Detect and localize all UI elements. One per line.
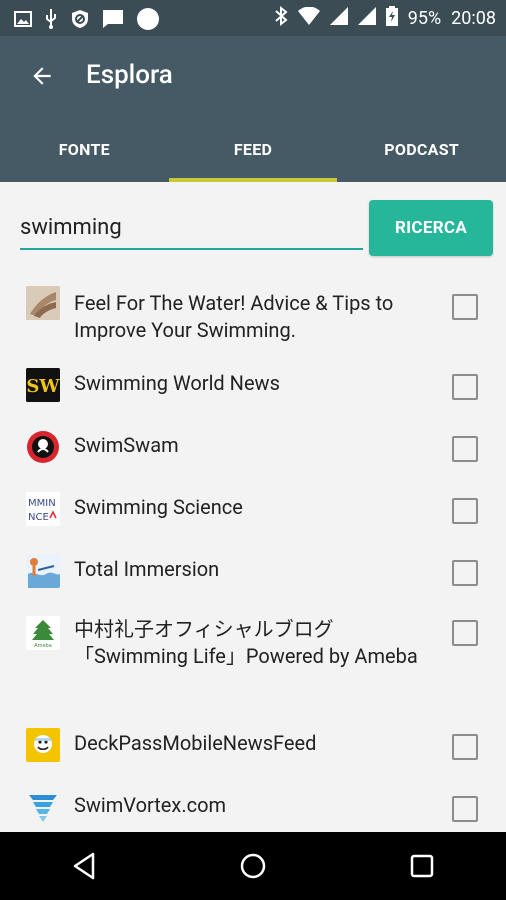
list-item-checkbox[interactable] bbox=[452, 560, 478, 586]
status-bar: 95% 20:08 bbox=[0, 0, 506, 36]
ameba-logo-icon: Ameba bbox=[26, 616, 60, 650]
bluetooth-icon bbox=[274, 5, 288, 30]
circle-home-icon bbox=[240, 853, 266, 879]
page-title: Esplora bbox=[86, 60, 173, 90]
tab-bar: FONTE FEED PODCAST bbox=[0, 116, 506, 182]
list-item-title: Swimming World News bbox=[74, 371, 280, 395]
battery-percent: 95% bbox=[407, 7, 442, 29]
battery-icon bbox=[385, 6, 398, 30]
swimswam-logo-icon bbox=[26, 430, 60, 464]
tab-fonte[interactable]: FONTE bbox=[0, 116, 169, 182]
list-item-checkbox[interactable] bbox=[452, 796, 478, 822]
sw-logo-icon: SW bbox=[26, 368, 60, 402]
list-item-title: DeckPassMobileNewsFeed bbox=[74, 731, 317, 755]
list-item[interactable]: SwimSwam bbox=[0, 424, 506, 486]
usb-icon bbox=[44, 9, 58, 33]
search-input[interactable] bbox=[20, 208, 363, 246]
back-button[interactable] bbox=[24, 58, 60, 94]
svg-text:MMIN: MMIN bbox=[28, 498, 56, 509]
list-item-title: Swimming Science bbox=[74, 495, 243, 519]
list-item-checkbox[interactable] bbox=[452, 374, 478, 400]
image-notification-icon bbox=[14, 10, 32, 32]
list-item-title: 中村礼子オフィシャルブログ「Swimming Life」Powered by A… bbox=[74, 617, 418, 668]
list-item-checkbox[interactable] bbox=[452, 294, 478, 320]
nav-home-button[interactable] bbox=[223, 836, 283, 896]
svg-text:NCE: NCE bbox=[28, 512, 49, 523]
total-immersion-logo-icon bbox=[26, 554, 60, 588]
nav-recents-button[interactable] bbox=[392, 836, 452, 896]
signal-icon-2 bbox=[357, 7, 376, 29]
triangle-back-icon bbox=[74, 852, 95, 880]
list-item[interactable]: Total Immersion bbox=[0, 548, 506, 610]
tab-podcast[interactable]: PODCAST bbox=[337, 116, 506, 182]
svg-text:SW: SW bbox=[26, 376, 60, 397]
list-item[interactable]: Feel For The Water! Advice & Tips to Imp… bbox=[0, 268, 506, 362]
system-nav-bar bbox=[0, 832, 506, 900]
square-recents-icon bbox=[410, 854, 433, 878]
list-item-checkbox[interactable] bbox=[452, 436, 478, 462]
list-item[interactable]: DeckPassMobileNewsFeed bbox=[0, 722, 506, 784]
swimvortex-logo-icon bbox=[26, 790, 60, 824]
list-item[interactable]: Ameba 中村礼子オフィシャルブログ「Swimming Life」Powere… bbox=[0, 610, 506, 722]
list-item-title: SwimVortex.com bbox=[74, 793, 227, 817]
blocked-icon bbox=[70, 9, 90, 33]
wifi-icon bbox=[297, 6, 320, 29]
search-row: RICERCA bbox=[0, 182, 506, 268]
tab-feed[interactable]: FEED bbox=[168, 116, 338, 182]
list-item[interactable]: SW Swimming World News bbox=[0, 362, 506, 424]
signal-icon bbox=[329, 7, 348, 29]
list-item-checkbox[interactable] bbox=[452, 498, 478, 524]
list-item-title: Feel For The Water! Advice & Tips to Imp… bbox=[74, 291, 394, 342]
nav-back-button[interactable] bbox=[54, 836, 114, 896]
list-item-title: Total Immersion bbox=[74, 557, 220, 581]
feed-list: Feel For The Water! Advice & Tips to Imp… bbox=[0, 268, 506, 846]
deckpass-logo-icon bbox=[26, 728, 60, 762]
swimming-science-logo-icon: MMIN NCE bbox=[26, 492, 60, 526]
arrow-back-icon bbox=[33, 67, 51, 85]
hand-photo-icon bbox=[26, 286, 60, 320]
message-icon bbox=[102, 9, 124, 33]
list-item[interactable]: MMIN NCE Swimming Science bbox=[0, 486, 506, 548]
search-field bbox=[20, 208, 363, 250]
list-item-checkbox[interactable] bbox=[452, 620, 478, 646]
svg-text:Ameba: Ameba bbox=[34, 643, 52, 649]
list-item-title: SwimSwam bbox=[74, 433, 179, 457]
list-item-checkbox[interactable] bbox=[452, 734, 478, 760]
app-bar: Esplora FONTE FEED PODCAST bbox=[0, 36, 506, 182]
clock: 20:08 bbox=[451, 7, 496, 29]
circle-notification-icon bbox=[136, 7, 160, 35]
search-button[interactable]: RICERCA bbox=[369, 200, 493, 256]
